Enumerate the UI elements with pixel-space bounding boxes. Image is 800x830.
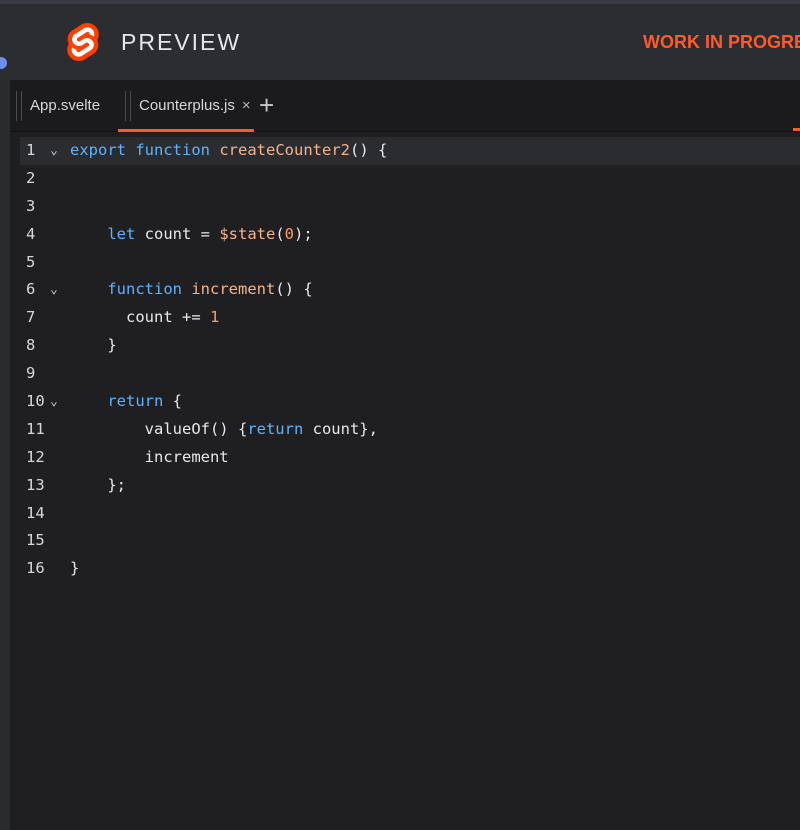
code-line[interactable]: 11 valueOf() {return count}, bbox=[20, 416, 800, 444]
code-text: valueOf() {return count}, bbox=[70, 416, 378, 444]
line-number: 2 bbox=[26, 168, 36, 187]
code-token: let bbox=[107, 224, 136, 243]
code-text: } bbox=[70, 332, 117, 360]
code-line[interactable]: 9 bbox=[20, 360, 800, 388]
code-text: increment bbox=[70, 444, 229, 472]
code-token: { bbox=[163, 392, 182, 411]
preview-title: PREVIEW bbox=[121, 29, 242, 55]
code-token: return bbox=[107, 392, 164, 411]
code-line[interactable]: 3 bbox=[20, 193, 800, 221]
code-token: increment bbox=[70, 447, 229, 466]
line-number: 7 bbox=[26, 308, 36, 327]
line-number: 11 bbox=[26, 419, 45, 438]
code-token: function bbox=[107, 280, 182, 299]
code-token: } bbox=[70, 559, 80, 578]
code-token: ( bbox=[275, 224, 285, 243]
line-number: 3 bbox=[26, 196, 36, 215]
line-number: 12 bbox=[26, 447, 45, 466]
code-line[interactable]: 1 ⌄ export function createCounter2() { bbox=[20, 137, 800, 165]
code-token: export bbox=[70, 141, 126, 159]
tab-app-svelte[interactable]: App.svelte bbox=[30, 80, 120, 131]
code-token: 1 bbox=[209, 308, 220, 327]
code-token: return bbox=[247, 419, 304, 438]
code-text: let count = $state(0); bbox=[70, 221, 313, 249]
line-number: 14 bbox=[26, 503, 45, 522]
code-text: } bbox=[70, 555, 79, 583]
code-token: count = bbox=[135, 224, 220, 243]
code-text: export function createCounter2() { bbox=[70, 137, 387, 165]
line-number: 4 bbox=[26, 224, 36, 243]
code-line[interactable]: 16} bbox=[20, 555, 800, 583]
editor-tab-bar: App.svelte Counterplus.js × + bbox=[10, 80, 800, 132]
line-number: 13 bbox=[26, 475, 45, 494]
fold-chevron-icon[interactable]: ⌄ bbox=[50, 276, 58, 304]
svelte-logo-icon[interactable] bbox=[64, 23, 102, 61]
code-line[interactable]: 14 bbox=[20, 500, 800, 528]
add-tab-icon[interactable]: + bbox=[259, 90, 274, 120]
work-in-progress-notice: WORK IN PROGRESS bbox=[643, 32, 800, 52]
code-line[interactable]: 10 ⌄ return { bbox=[20, 388, 800, 416]
app-header: PREVIEW WORK IN PROGRESS bbox=[0, 4, 800, 80]
left-rail bbox=[0, 80, 10, 830]
code-token: }; bbox=[70, 475, 126, 494]
code-text: function increment() { bbox=[70, 276, 313, 304]
tab-drag-handle-icon[interactable] bbox=[16, 91, 22, 121]
line-number: 8 bbox=[26, 336, 36, 355]
code-token: ); bbox=[294, 224, 313, 243]
code-token: 0 bbox=[284, 224, 295, 243]
code-editor[interactable]: 1 ⌄ export function createCounter2() {2 3 4 … bbox=[10, 132, 800, 830]
tab-counterplus-js[interactable]: Counterplus.js × bbox=[118, 80, 254, 132]
line-number: 15 bbox=[26, 531, 45, 550]
line-number: 5 bbox=[26, 252, 36, 271]
code-text: return { bbox=[70, 388, 182, 416]
code-line[interactable]: 15 bbox=[20, 527, 800, 555]
fold-chevron-icon[interactable]: ⌄ bbox=[50, 388, 58, 416]
code-line[interactable]: 4 let count = $state(0); bbox=[20, 221, 800, 249]
code-content[interactable]: 1 ⌄ export function createCounter2() {2 3 4 … bbox=[20, 137, 800, 583]
code-line[interactable]: 6 ⌄ function increment() { bbox=[20, 276, 800, 304]
code-token: count}, bbox=[303, 419, 378, 438]
line-number: 16 bbox=[26, 559, 45, 578]
code-token: function bbox=[135, 141, 210, 159]
code-line[interactable]: 5 bbox=[20, 249, 800, 277]
code-token: count += bbox=[70, 308, 210, 327]
code-token: valueOf() { bbox=[70, 419, 248, 438]
fold-chevron-icon[interactable]: ⌄ bbox=[50, 137, 58, 165]
code-line[interactable]: 8 } bbox=[20, 332, 800, 360]
code-line[interactable]: 7 count += 1 bbox=[20, 304, 800, 332]
tab-label: Counterplus.js bbox=[139, 97, 235, 114]
code-text: }; bbox=[70, 472, 126, 500]
close-icon[interactable]: × bbox=[242, 97, 251, 114]
code-token: createCounter2 bbox=[219, 141, 350, 159]
code-token: increment bbox=[191, 280, 276, 299]
code-text: count += 1 bbox=[70, 304, 219, 332]
code-token: $state bbox=[219, 224, 276, 243]
code-line[interactable]: 13 }; bbox=[20, 472, 800, 500]
line-number: 9 bbox=[26, 364, 36, 383]
tab-label: App.svelte bbox=[30, 97, 101, 114]
code-token: } bbox=[70, 336, 117, 355]
code-token: () { bbox=[350, 141, 388, 159]
code-token: () { bbox=[275, 280, 313, 299]
code-line[interactable]: 12 increment bbox=[20, 444, 800, 472]
code-line[interactable]: 2 bbox=[20, 165, 800, 193]
scroll-indicator bbox=[793, 128, 800, 131]
